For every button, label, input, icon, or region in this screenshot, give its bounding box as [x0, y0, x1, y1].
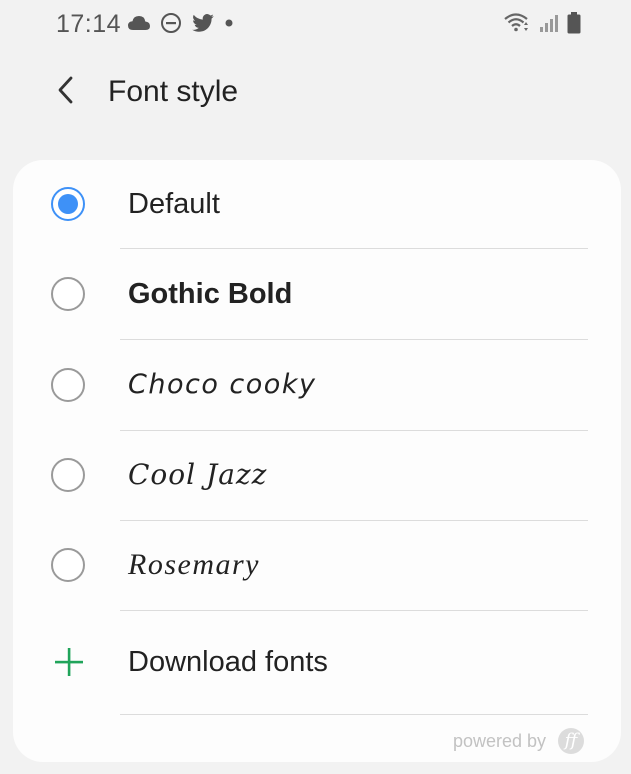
page-title: Font style [108, 75, 239, 108]
font-option-label: Rosemary [128, 548, 260, 581]
battery-icon [567, 12, 581, 34]
divider [120, 714, 588, 715]
twitter-icon [192, 14, 214, 32]
dot-icon [224, 18, 234, 28]
radio-button[interactable] [51, 368, 85, 402]
radio-button[interactable] [51, 277, 85, 311]
fontfabric-logo-icon: ff [558, 728, 584, 754]
download-fonts-button[interactable]: Download fonts [13, 612, 621, 712]
font-option-default[interactable]: Default [13, 160, 621, 250]
wifi-icon [503, 12, 531, 34]
font-option-label: Cool Jazz [128, 458, 268, 491]
back-button[interactable] [48, 74, 84, 110]
font-option-choco-cooky[interactable]: Choco cooky [13, 341, 621, 431]
plus-icon [55, 648, 83, 676]
dnd-icon [160, 12, 182, 34]
status-icons-right [503, 12, 581, 34]
status-icons-left [128, 12, 234, 34]
font-style-list: Default Gothic Bold Choco cooky Cool Jaz… [13, 160, 621, 762]
back-arrow-icon [56, 75, 76, 110]
divider [120, 610, 588, 611]
font-option-label: Choco cooky [128, 369, 317, 400]
font-option-rosemary[interactable]: Rosemary [13, 521, 621, 611]
divider [120, 248, 588, 249]
radio-button-selected[interactable] [51, 187, 85, 221]
powered-by-text: powered by [452, 730, 546, 751]
divider [120, 339, 588, 340]
status-time: 17:14 [56, 10, 122, 38]
font-option-label: Gothic Bold [128, 278, 293, 310]
radio-button[interactable] [51, 548, 85, 582]
header: Font style [0, 62, 631, 124]
status-bar: 17:14 [0, 0, 631, 48]
radio-button[interactable] [51, 458, 85, 492]
font-option-gothic-bold[interactable]: Gothic Bold [13, 250, 621, 340]
font-option-cool-jazz[interactable]: Cool Jazz [13, 431, 621, 521]
signal-icon [539, 13, 559, 33]
download-fonts-label: Download fonts [128, 646, 328, 678]
cloud-icon [128, 15, 150, 31]
powered-by: powered by ff [453, 728, 584, 754]
font-option-label: Default [128, 188, 220, 220]
